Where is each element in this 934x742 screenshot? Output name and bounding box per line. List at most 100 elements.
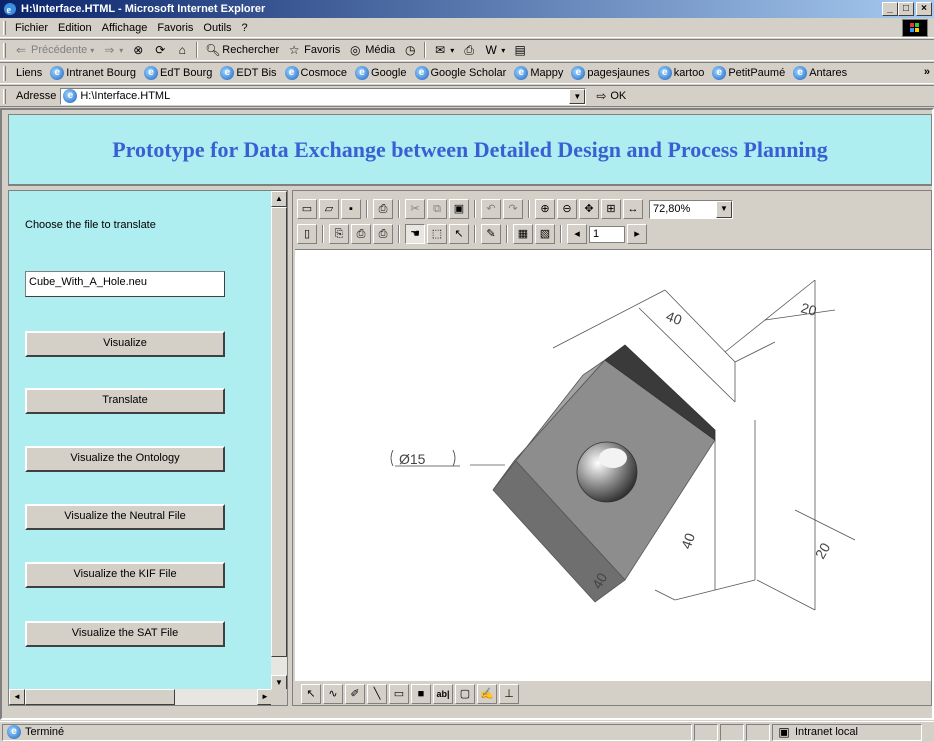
close-button[interactable]: × [916, 2, 932, 16]
printer-icon[interactable]: ⎙ [373, 199, 393, 219]
file-name-input[interactable]: Cube_With_A_Hole.neu [25, 271, 225, 297]
link-edt-bourg[interactable]: e EdT Bourg [140, 66, 216, 80]
undo-icon[interactable]: ↶ [481, 199, 501, 219]
print-button[interactable]: ⎙ [458, 43, 480, 57]
browser-window: e H:\Interface.HTML - Microsoft Internet… [0, 0, 934, 742]
stop-button[interactable]: ⊗ [127, 43, 149, 57]
search-button[interactable]: 🔍︎ Rechercher [201, 43, 283, 57]
fit-width-icon[interactable]: ↔ [623, 199, 643, 219]
freehand-icon[interactable]: ∿ [323, 684, 343, 704]
media-button[interactable]: ◎ Média [344, 43, 399, 57]
drawing-canvas[interactable]: 40 20 Ø15 40 20 40 [295, 249, 931, 681]
print-setup-icon[interactable]: ⎙ [351, 224, 371, 244]
refresh-button[interactable]: ⟳ [149, 43, 171, 57]
discuss-button[interactable]: ▤ [509, 43, 531, 57]
links-bar: Liens e Intranet Bourg e EdT Bourg e EDT Bi… [0, 62, 934, 84]
link-edt-bis[interactable]: e EDT Bis [216, 66, 280, 80]
open-folder-icon[interactable]: ▱ [319, 199, 339, 219]
history-button[interactable]: ◷ [399, 43, 421, 57]
scroll-up-arrow-icon[interactable]: ▲ [271, 191, 287, 207]
home-button[interactable]: ⌂ [171, 43, 193, 57]
new-document-icon[interactable]: ▭ [297, 199, 317, 219]
zoom-level-select[interactable]: 72,80% ▼ [649, 199, 733, 219]
pan-icon[interactable]: ✥ [579, 199, 599, 219]
note-icon[interactable]: ▢ [455, 684, 475, 704]
link-mappy[interactable]: e Mappy [510, 66, 567, 80]
security-zone: ▣ Intranet local [772, 723, 922, 741]
favorites-button[interactable]: ☆ Favoris [283, 43, 344, 57]
visualize-sat-file-button[interactable]: Visualize the SAT File [25, 621, 225, 647]
horizontal-scroll-thumb[interactable] [25, 689, 175, 705]
links-label: Liens [16, 67, 43, 79]
scroll-left-arrow-icon[interactable]: ◄ [9, 689, 25, 705]
link-pagesjaunes[interactable]: e pagesjaunes [567, 66, 653, 80]
menu-fichier[interactable]: Fichier [10, 20, 53, 36]
page-icon[interactable]: ▯ [297, 224, 317, 244]
cut-icon[interactable]: ✂ [405, 199, 425, 219]
zoom-out-icon[interactable]: ⊖ [557, 199, 577, 219]
print-preview-icon[interactable]: ⎘ [329, 224, 349, 244]
text-tool-icon[interactable]: ab| [433, 684, 453, 704]
go-button[interactable]: ⇨ OK [594, 89, 626, 103]
zoom-in-icon[interactable]: ⊕ [535, 199, 555, 219]
rectangle-tool-icon[interactable]: ▭ [389, 684, 409, 704]
fit-window-icon[interactable]: ⊞ [601, 199, 621, 219]
select-region-icon[interactable]: ⬚ [427, 224, 447, 244]
select-arrow-icon[interactable]: ↖ [449, 224, 469, 244]
stamp-icon[interactable]: ⊥ [499, 684, 519, 704]
previous-page-icon[interactable]: ◂ [567, 224, 587, 244]
views-icon[interactable]: ▧ [535, 224, 555, 244]
ie-page-icon: e [514, 66, 529, 80]
print-icon[interactable]: ⎙ [373, 224, 393, 244]
copy-icon[interactable]: ⧉ [427, 199, 447, 219]
vertical-scroll-thumb[interactable] [271, 207, 287, 657]
link-intranet-bourg[interactable]: e Intranet Bourg [46, 66, 140, 80]
link-petitpaume[interactable]: e PetitPaumé [708, 66, 789, 80]
forward-button[interactable]: ⇒ ▾ [98, 43, 127, 57]
visualize-ontology-button[interactable]: Visualize the Ontology [25, 446, 225, 472]
address-dropdown-button[interactable]: ▼ [569, 88, 586, 104]
links-more-chevron[interactable]: » [924, 66, 930, 78]
highlighter-icon[interactable]: ✐ [345, 684, 365, 704]
visualize-kif-file-button[interactable]: Visualize the KIF File [25, 562, 225, 588]
link-google-scholar[interactable]: e Google Scholar [411, 66, 511, 80]
mail-button[interactable]: ✉ ▾ [429, 43, 458, 57]
filled-rectangle-icon[interactable]: ■ [411, 684, 431, 704]
paste-icon[interactable]: ▣ [449, 199, 469, 219]
menu-outils[interactable]: Outils [198, 20, 236, 36]
ie-page-icon: e [414, 66, 429, 80]
chevron-down-icon[interactable]: ▼ [716, 200, 732, 218]
edit-button[interactable]: W ▾ [480, 43, 509, 57]
visualize-neutral-file-button[interactable]: Visualize the Neutral File [25, 504, 225, 530]
go-arrow-icon: ⇨ [596, 89, 607, 103]
redo-icon[interactable]: ↷ [503, 199, 523, 219]
select-arrow-icon[interactable]: ↖ [301, 684, 321, 704]
left-horizontal-scrollbar[interactable]: ◄ ► [9, 689, 273, 705]
page-number-input[interactable]: 1 [589, 225, 625, 243]
link-cosmoce[interactable]: e Cosmoce [281, 66, 351, 80]
translate-button[interactable]: Translate [25, 388, 225, 414]
link-kartoo[interactable]: e kartoo [654, 66, 709, 80]
star-icon: ☆ [288, 43, 300, 57]
next-page-icon[interactable]: ▸ [627, 224, 647, 244]
visualize-button[interactable]: Visualize [25, 331, 225, 357]
maximize-button[interactable]: □ [898, 2, 914, 16]
stop-icon: ⊗ [133, 43, 144, 57]
save-disk-icon[interactable]: ▪ [341, 199, 361, 219]
line-tool-icon[interactable]: ╲ [367, 684, 387, 704]
menu-affichage[interactable]: Affichage [97, 20, 153, 36]
left-vertical-scrollbar[interactable]: ▲ ▼ [271, 191, 287, 691]
markup-icon[interactable]: ✎ [481, 224, 501, 244]
menu-favoris[interactable]: Favoris [152, 20, 198, 36]
back-button[interactable]: ⇐ Précédente ▾ [10, 43, 98, 57]
address-input[interactable]: e H:\Interface.HTML ▼ [60, 87, 587, 105]
link-google[interactable]: e Google [351, 66, 410, 80]
link-antares[interactable]: e Antares [789, 66, 851, 80]
edit-note-icon[interactable]: ✍ [477, 684, 497, 704]
menu-edition[interactable]: Edition [53, 20, 97, 36]
menu-help[interactable]: ? [237, 20, 253, 36]
zone-label: Intranet local [795, 726, 858, 738]
minimize-button[interactable]: _ [882, 2, 898, 16]
layers-icon[interactable]: ▦ [513, 224, 533, 244]
hand-tool-icon[interactable]: ☚ [405, 224, 425, 244]
